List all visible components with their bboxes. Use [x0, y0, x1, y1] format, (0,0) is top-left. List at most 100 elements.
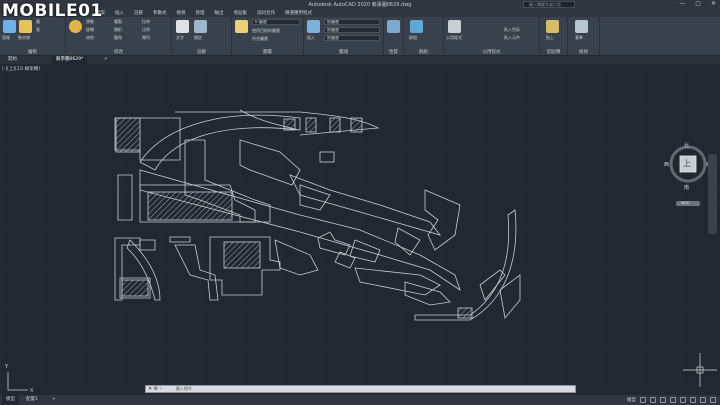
watermark-logo: MOBILE01	[2, 1, 103, 21]
panel-title-view: 檢視	[579, 50, 588, 55]
panel-title-group: 群組	[419, 50, 428, 55]
menu-item-manage[interactable]: 管理	[196, 10, 205, 16]
panel-title-annotation: 註解	[197, 50, 206, 55]
match-properties-icon[interactable]	[387, 20, 400, 33]
dimension-icon[interactable]	[194, 20, 207, 33]
ribbon-panel-layers: 0 圖層 使用目前的圖層 符合圖層 圖層	[232, 17, 304, 56]
ribbon-panel-utilities: 公用程式 貼入色彩 貼入元件 公用程式	[444, 17, 540, 56]
ribbon-panel-block: 插入 依圖層 依圖層 依圖層 圖塊	[304, 17, 384, 56]
paste-label: 貼上	[546, 35, 554, 40]
menu-bar: 檔案 插入 註解 參數式 檢視 管理 輸出 增益集 協同合作 精選應用程式	[0, 9, 720, 17]
group-label: 群組	[409, 35, 417, 40]
prop-color-dropdown[interactable]: 依圖層	[324, 19, 380, 25]
menu-item-output[interactable]: 輸出	[215, 10, 224, 16]
modify-stretch[interactable]: 拉伸	[142, 19, 150, 25]
ribbon-panel-annotation: 文字 標註 註解	[172, 17, 232, 56]
draw-label-arc[interactable]: 弧	[36, 27, 40, 33]
drawing-canvas: Y X	[0, 64, 720, 395]
draw-label-line: 直線	[2, 35, 10, 40]
annotation-scale-icon[interactable]	[690, 397, 696, 403]
move-icon[interactable]	[69, 20, 82, 33]
drawing-viewport[interactable]: [-][上][2D 線架構]	[0, 64, 720, 395]
search-input[interactable]: 鍵入關鍵字或片語	[523, 1, 575, 8]
autocad-window: Autodesk AutoCAD 2020 競爭圖0629.dwg 鍵入關鍵字或…	[0, 0, 720, 405]
osnap-icon[interactable]	[680, 397, 686, 403]
modify-trim[interactable]: 修剪	[86, 35, 94, 41]
modify-copy[interactable]: 複製	[114, 19, 122, 25]
polyline-icon[interactable]	[19, 20, 32, 33]
minimize-button[interactable]: —	[679, 0, 685, 7]
prop-lineweight-dropdown[interactable]: 依圖層	[324, 35, 380, 41]
viewcube-south[interactable]: 南	[684, 184, 689, 191]
maximize-button[interactable]: ▢	[695, 0, 701, 7]
paste-color-label[interactable]: 貼入色彩	[504, 27, 520, 33]
grid-icon[interactable]	[640, 397, 646, 403]
text-icon[interactable]	[176, 20, 189, 33]
paste-icon[interactable]	[546, 20, 559, 33]
customize-icon[interactable]	[710, 397, 716, 403]
base-view-icon[interactable]	[575, 20, 588, 33]
layer-current[interactable]: 使用目前的圖層	[252, 28, 280, 34]
tab-model[interactable]: 模型	[2, 395, 19, 405]
modify-fillet[interactable]: 圓角	[114, 35, 122, 41]
draw-label-polyline: 聚合線	[18, 35, 30, 40]
prop-linetype-dropdown[interactable]: 依圖層	[324, 27, 380, 33]
viewcube-top-face[interactable]: 上	[683, 158, 691, 169]
modify-scale[interactable]: 比例	[142, 27, 150, 33]
measure-icon[interactable]	[448, 20, 461, 33]
ribbon-panel-draw: 直線 聚合線 圓 弧 繪製	[0, 17, 66, 56]
menu-item-collaborate[interactable]: 協同合作	[257, 10, 275, 16]
insert-block-icon[interactable]	[307, 20, 320, 33]
modify-mirror[interactable]: 鏡射	[114, 27, 122, 33]
viewcube[interactable]: 北 南 東 西 上 WCS	[664, 138, 712, 208]
menu-item-parametric[interactable]: 參數式	[153, 10, 167, 16]
ribbon-panel-view: 基準 檢視	[568, 17, 600, 56]
snap-icon[interactable]	[650, 397, 656, 403]
viewcube-north[interactable]: 北	[684, 142, 689, 149]
command-input[interactable]: 鍵入指令	[176, 386, 192, 392]
annot-label-text: 文字	[176, 35, 184, 40]
ortho-icon[interactable]	[660, 397, 666, 403]
title-bar: Autodesk AutoCAD 2020 競爭圖0629.dwg 鍵入關鍵字或…	[0, 0, 720, 9]
layer-properties-icon[interactable]	[235, 20, 248, 33]
line-icon[interactable]	[3, 20, 16, 33]
menu-item-addins[interactable]: 增益集	[234, 10, 248, 16]
viewcube-west[interactable]: 西	[664, 161, 669, 168]
tab-drawing[interactable]: 競爭圖0629*	[52, 56, 88, 64]
menu-item-annotate[interactable]: 註解	[134, 10, 143, 16]
close-command-icon[interactable]: ✕ ⚙ ›	[148, 386, 162, 392]
new-tab-button[interactable]: +	[100, 56, 112, 64]
paste-element-label[interactable]: 貼入元件	[504, 35, 520, 41]
model-space-toggle[interactable]: 模型	[627, 397, 636, 403]
measure-label: 公用程式	[446, 35, 462, 40]
layer-dropdown[interactable]: 0 圖層	[252, 19, 300, 25]
panel-title-draw: 繪製	[28, 50, 37, 55]
command-line[interactable]: ✕ ⚙ › 鍵入指令	[145, 385, 576, 393]
menu-item-insert[interactable]: 插入	[115, 10, 124, 16]
menu-item-view[interactable]: 檢視	[177, 10, 186, 16]
wcs-menu[interactable]: WCS	[681, 201, 689, 205]
group-icon[interactable]	[410, 20, 423, 33]
modify-array[interactable]: 陣列	[142, 35, 150, 41]
modify-rotate[interactable]: 旋轉	[86, 27, 94, 33]
annot-label-dim: 標註	[194, 35, 202, 40]
navigation-bar[interactable]	[708, 154, 717, 234]
close-button[interactable]: ✕	[711, 0, 716, 7]
layer-match[interactable]: 符合圖層	[252, 36, 268, 42]
panel-title-utilities: 公用程式	[482, 50, 501, 55]
add-layout-button[interactable]: +	[48, 395, 60, 405]
ucs-x-label: X	[30, 388, 34, 394]
polar-icon[interactable]	[670, 397, 676, 403]
block-insert-label: 插入	[307, 35, 315, 40]
tab-start[interactable]: 開始	[4, 56, 21, 64]
tab-layout1[interactable]: 配置1	[22, 395, 42, 405]
file-tabs: 開始 競爭圖0629* +	[0, 56, 720, 64]
ribbon: 直線 聚合線 圓 弧 繪製 移動 旋轉 修剪 複製 鏡射 圓角 拉伸 比例 陣列…	[0, 17, 720, 56]
ribbon-panel-properties: 性質	[384, 17, 404, 56]
workspace-gear-icon[interactable]	[700, 397, 706, 403]
ribbon-panel-modify: 移動 旋轉 修剪 複製 鏡射 圓角 拉伸 比例 陣列 修改	[66, 17, 172, 56]
panel-title-properties: 性質	[389, 50, 398, 55]
ribbon-panel-group: 群組 群組	[404, 17, 444, 56]
status-bar: 模型 配置1 + 模型	[0, 395, 720, 405]
menu-item-featured-apps[interactable]: 精選應用程式	[285, 10, 312, 16]
